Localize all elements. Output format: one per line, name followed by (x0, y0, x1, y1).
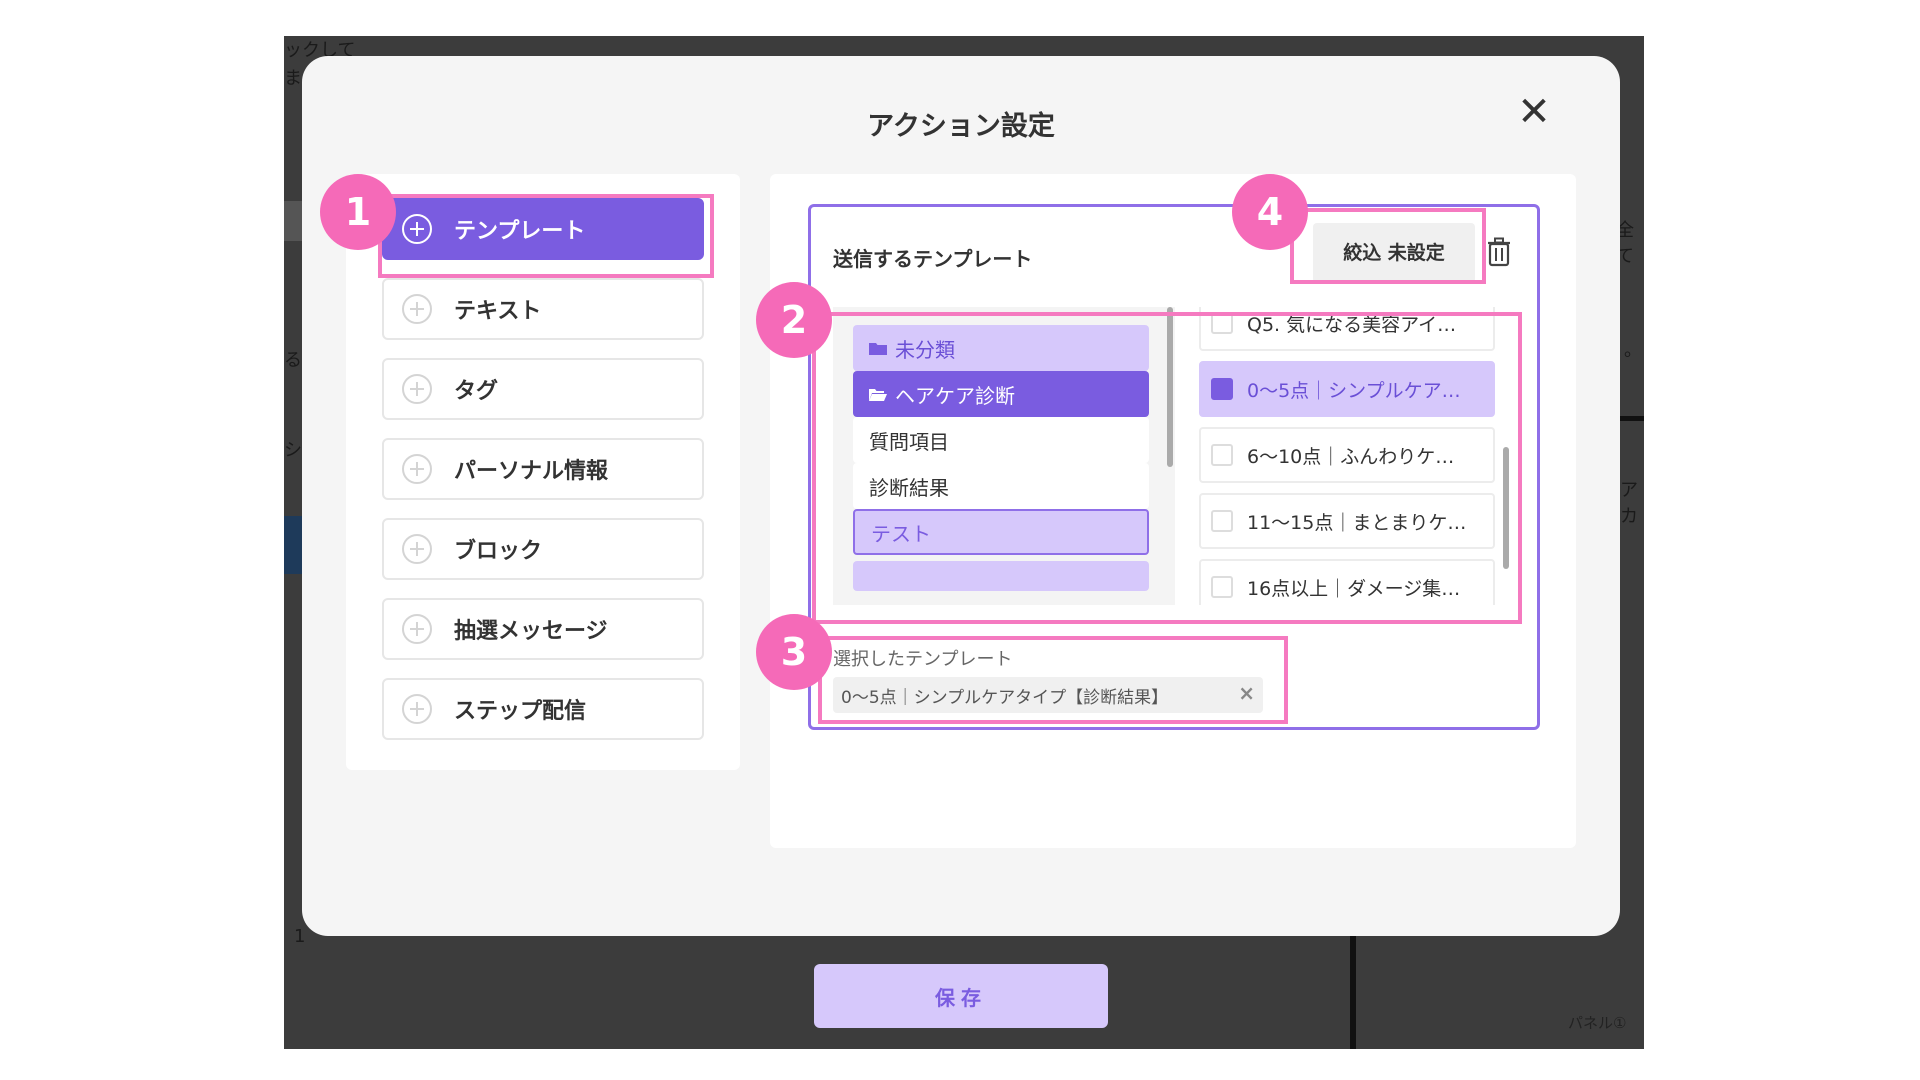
trash-icon[interactable] (1487, 237, 1511, 267)
highlight-box-1 (378, 194, 714, 278)
panel-label: パネル① (1568, 1014, 1627, 1032)
plus-circle-icon (402, 534, 432, 564)
plus-circle-icon (402, 694, 432, 724)
plus-circle-icon (402, 374, 432, 404)
action-label: ブロック (454, 539, 543, 564)
highlight-box-4 (1290, 208, 1486, 284)
background-strip (284, 201, 304, 241)
action-block-button[interactable]: ブロック (382, 518, 704, 580)
action-label: テキスト (454, 299, 542, 324)
plus-circle-icon (402, 294, 432, 324)
action-label: パーソナル情報 (454, 459, 609, 484)
template-section-title: 送信するテンプレート (833, 247, 1033, 271)
plus-circle-icon (402, 614, 432, 644)
highlight-box-2 (812, 312, 1522, 624)
step-badge-4: 4 (1232, 174, 1308, 250)
background-text: アカ (1620, 480, 1638, 527)
background-divider (1620, 416, 1644, 421)
background-text: シ (284, 440, 302, 461)
action-step-delivery-button[interactable]: ステップ配信 (382, 678, 704, 740)
background-text: 1 (294, 926, 306, 947)
action-personal-info-button[interactable]: パーソナル情報 (382, 438, 704, 500)
action-label: ステップ配信 (454, 699, 587, 724)
background-text: ま (284, 68, 302, 89)
modal-title: アクション設定 (867, 111, 1055, 142)
background-block (284, 516, 304, 574)
step-badge-1: 1 (320, 174, 396, 250)
action-text-button[interactable]: テキスト (382, 278, 704, 340)
action-tag-button[interactable]: タグ (382, 358, 704, 420)
highlight-box-3 (818, 636, 1288, 724)
step-badge-3: 3 (756, 614, 832, 690)
action-label: 抽選メッセージ (454, 619, 608, 644)
step-badge-2: 2 (756, 282, 832, 358)
action-lottery-message-button[interactable]: 抽選メッセージ (382, 598, 704, 660)
background-text: 。 (1624, 340, 1642, 361)
close-icon[interactable]: ✕ (1512, 90, 1556, 134)
action-label: タグ (454, 379, 499, 404)
background-text: る (284, 350, 302, 371)
background-divider (1350, 936, 1356, 1049)
plus-circle-icon (402, 454, 432, 484)
save-button[interactable]: 保存 (814, 964, 1108, 1028)
background-text: 全て (1616, 220, 1634, 267)
